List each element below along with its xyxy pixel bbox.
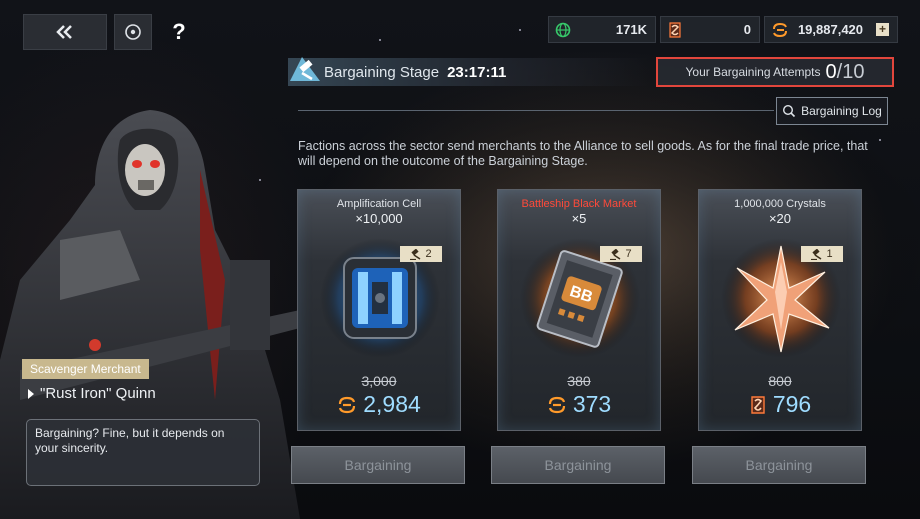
item-card-amplification-cell[interactable]: Amplification Cell ×10,000 2 3,000 2,984 — [297, 189, 461, 431]
card-quantity: ×10,000 — [355, 211, 403, 226]
gavel-icon — [290, 57, 320, 81]
bargain-token-icon — [751, 395, 765, 414]
search-icon — [783, 104, 796, 118]
current-price: 2,984 — [298, 391, 460, 418]
bargain-button-crystals[interactable]: Bargaining — [692, 446, 866, 484]
crystal-coin-icon — [773, 22, 787, 37]
merchant-role-tag: Scavenger Merchant — [22, 359, 149, 379]
card-quantity: ×5 — [571, 211, 587, 226]
add-crystals-button[interactable]: + — [875, 23, 889, 36]
bid-count: 2 — [425, 248, 432, 260]
currency-crystals-value: 19,887,420 — [797, 22, 864, 37]
stage-bar: Bargaining Stage 23:17:11 — [288, 58, 650, 86]
crystal-coin-icon — [339, 396, 356, 413]
bid-count-badge: 2 — [400, 246, 442, 262]
original-price: 380 — [567, 373, 591, 389]
bargain-token-icon — [669, 21, 681, 38]
current-price-value: 2,984 — [363, 391, 421, 417]
original-price: 800 — [768, 373, 792, 389]
gavel-icon — [811, 248, 822, 260]
bargain-button-battleship-black-market[interactable]: Bargaining — [491, 446, 665, 484]
merchant-name: "Rust Iron" Quinn — [28, 385, 156, 402]
merchant-speech-bubble: Bargaining? Fine, but it depends on your… — [26, 419, 260, 486]
original-price: 3,000 — [361, 373, 397, 389]
current-price: 796 — [699, 391, 861, 418]
bid-count-badge: 1 — [801, 246, 843, 262]
help-button[interactable]: ? — [166, 16, 192, 48]
current-price-value: 373 — [572, 391, 612, 417]
current-price: 373 — [498, 391, 660, 418]
bid-count-badge: 7 — [600, 246, 642, 262]
gavel-icon — [610, 248, 621, 260]
card-title: Battleship Black Market — [521, 198, 637, 210]
card-title: 1,000,000 Crystals — [734, 198, 826, 210]
target-button[interactable] — [114, 14, 152, 50]
target-icon — [125, 24, 141, 40]
globe-icon — [555, 22, 571, 37]
bid-count: 1 — [826, 248, 833, 260]
crystal-coin-icon — [548, 396, 565, 413]
gavel-icon — [410, 248, 421, 260]
play-triangle-icon — [28, 388, 34, 399]
bargaining-log-button[interactable]: Bargaining Log — [776, 97, 888, 125]
double-chevron-left-icon — [56, 25, 72, 39]
currency-bargain-token[interactable]: 0 — [660, 16, 760, 43]
merchant-name-text: "Rust Iron" Quinn — [40, 385, 156, 402]
bargaining-log-label: Bargaining Log — [801, 104, 882, 118]
currency-bargain-token-value: 0 — [743, 22, 751, 37]
stage-label: Bargaining Stage — [324, 63, 440, 81]
header-divider — [298, 110, 774, 111]
currency-power[interactable]: 171K — [548, 16, 656, 43]
attempts-used: 0 — [825, 60, 837, 83]
item-card-crystals[interactable]: 1,000,000 Crystals ×20 1 800 796 — [698, 189, 862, 431]
description-text: Factions across the sector send merchant… — [298, 139, 868, 168]
attempts-max: /10 — [836, 60, 865, 83]
currency-power-value: 171K — [615, 22, 647, 37]
item-card-battleship-black-market[interactable]: Battleship Black Market ×5 BB 7 380 373 — [497, 189, 661, 431]
card-quantity: ×20 — [768, 211, 792, 226]
bargaining-attempts: Your Bargaining Attempts 0 /10 — [656, 57, 894, 87]
card-title: Amplification Cell — [336, 198, 422, 210]
bargaining-screen: ? 171K 0 19,887,420 + Bargaining Stage 2… — [0, 0, 920, 519]
bargain-button-amplification-cell[interactable]: Bargaining — [291, 446, 465, 484]
back-button[interactable] — [23, 14, 107, 50]
currency-crystals[interactable]: 19,887,420 + — [764, 16, 898, 43]
attempts-label: Your Bargaining Attempts — [685, 65, 821, 79]
current-price-value: 796 — [772, 391, 812, 417]
stage-timer: 23:17:11 — [447, 63, 507, 81]
bid-count: 7 — [625, 248, 632, 260]
